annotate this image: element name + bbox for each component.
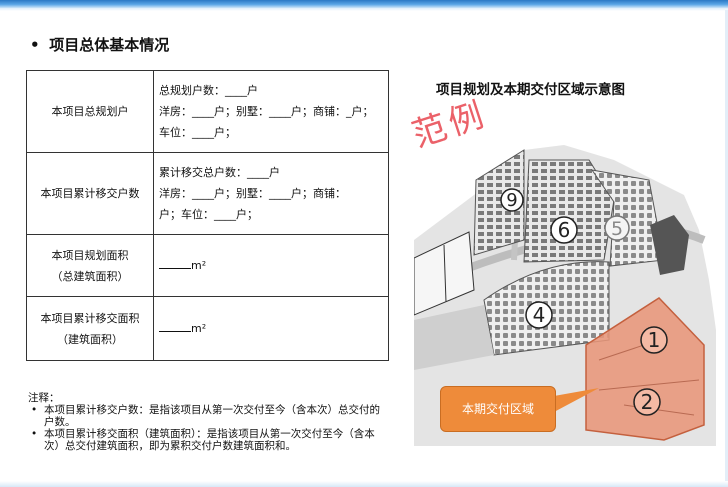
row-label: 本项目规划面积 （总建筑面积）: [26, 234, 154, 297]
row-label-line: 本项目累计移交面积: [40, 311, 140, 325]
zone-label: 5: [611, 218, 623, 240]
value-line: 累计移交总户数：____户: [159, 166, 280, 179]
heading-text: 项目总体基本情况: [49, 36, 170, 54]
zone-label: 6: [558, 218, 571, 242]
project-info-table: 本项目总规划户 总规划户数：____户 洋房：____户；别墅：____户；商铺…: [26, 70, 389, 361]
value-line: 洋房：____户；别墅：____户；商铺：_户；: [159, 105, 374, 118]
heading-bullet: •: [30, 36, 40, 54]
row-value: 总规划户数：____户 洋房：____户；别墅：____户；商铺：_户； 车位：…: [153, 70, 389, 153]
blank-underline: [159, 258, 191, 269]
table-row: 本项目总规划户 总规划户数：____户 洋房：____户；别墅：____户；商铺…: [26, 70, 389, 153]
row-label: 本项目累计移交户数: [26, 152, 154, 235]
notes: 注释： • 本项目累计移交户数：是指该项目从第一次交付至今（含本次）总交付的户数…: [28, 392, 388, 452]
value-line: 户；车位：____户；: [159, 208, 258, 221]
note-text: 本项目累计移交面积（建筑面积）：是指该项目从第一次交付至今（含本次）总交付建筑面…: [44, 428, 375, 452]
zone-label: 4: [533, 303, 546, 327]
section-heading: • 项目总体基本情况: [30, 34, 169, 55]
table-row: 本项目规划面积 （总建筑面积） m²: [26, 234, 389, 297]
note-item: • 本项目累计移交户数：是指该项目从第一次交付至今（含本次）总交付的户数。: [28, 404, 388, 428]
zone-label: 9: [506, 190, 517, 211]
delivery-area-callout: 本期交付区域: [440, 386, 556, 432]
top-banner-shadow: [0, 8, 728, 11]
table-row: 本项目累计移交面积 （建筑面积） m²: [26, 296, 389, 361]
top-banner: [0, 0, 728, 8]
value-line: 车位：____户；: [159, 126, 236, 139]
row-value: m²: [153, 296, 389, 361]
value-line: 总规划户数：____户: [159, 84, 258, 97]
row-label-line: 本项目规划面积: [51, 248, 129, 262]
note-bullet: •: [31, 404, 38, 416]
area-unit: m²: [191, 322, 207, 335]
note-bullet: •: [31, 428, 38, 440]
value-line: 洋房：____户；别墅：____户；商铺：: [159, 187, 346, 200]
zone-label: 1: [648, 328, 661, 352]
table-row: 本项目累计移交户数 累计移交总户数：____户 洋房：____户；别墅：____…: [26, 152, 389, 235]
row-label-line: （建筑面积）: [57, 332, 123, 346]
row-value: m²: [153, 234, 389, 297]
row-value: 累计移交总户数：____户 洋房：____户；别墅：____户；商铺： 户；车位…: [153, 152, 389, 235]
zone-label: 2: [641, 390, 654, 414]
notes-title: 注释：: [28, 392, 60, 404]
area-unit: m²: [191, 259, 207, 272]
row-label: 本项目总规划户: [26, 70, 154, 153]
blank-underline: [159, 321, 191, 332]
note-item: • 本项目累计移交面积（建筑面积）：是指该项目从第一次交付至今（含本次）总交付建…: [28, 428, 388, 452]
row-label-line: （总建筑面积）: [51, 269, 129, 283]
note-text: 本项目累计移交户数：是指该项目从第一次交付至今（含本次）总交付的户数。: [44, 404, 380, 428]
row-label: 本项目累计移交面积 （建筑面积）: [26, 296, 154, 361]
bottom-frame: [0, 481, 728, 487]
